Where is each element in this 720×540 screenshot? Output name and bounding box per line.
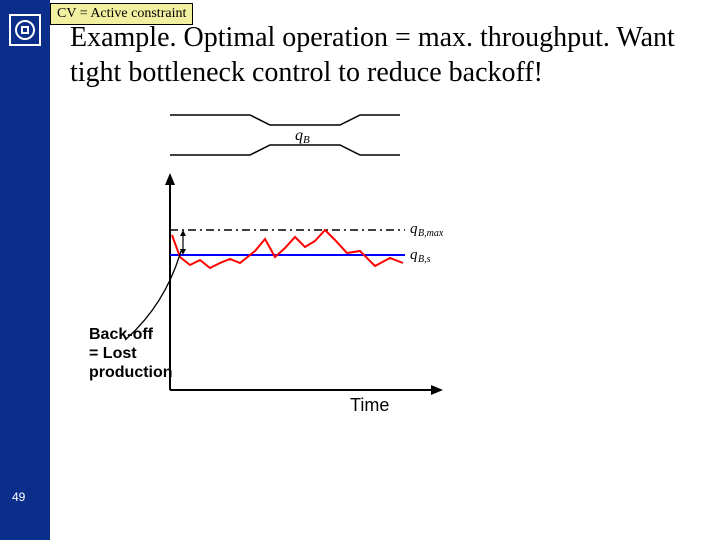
svg-text:q: q (295, 127, 303, 144)
qb-measured-trace (172, 230, 403, 268)
line-labels: q B,max q B,s (410, 221, 444, 265)
backoff-annotation: Back-off = Lost production (89, 325, 199, 383)
annotation-line: production (89, 364, 173, 381)
x-axis (170, 385, 443, 395)
page-number: 49 (12, 490, 25, 504)
slide-title: Example. Optimal operation = max. throug… (70, 20, 710, 90)
svg-text:q: q (410, 221, 418, 237)
svg-text:q: q (410, 247, 418, 263)
annotation-line: Back-off (89, 326, 153, 343)
ntnu-logo-icon (9, 14, 41, 46)
brand-text: NTNU (52, 148, 80, 230)
svg-text:B,s: B,s (418, 254, 431, 265)
x-axis-label: Time (350, 395, 389, 416)
pipe-diagram: q B (170, 110, 420, 165)
annotation-line: = Lost (89, 345, 137, 362)
svg-text:B,max: B,max (418, 228, 444, 239)
brand-sidebar: NTNU 49 (0, 0, 50, 540)
svg-text:B: B (303, 134, 310, 146)
